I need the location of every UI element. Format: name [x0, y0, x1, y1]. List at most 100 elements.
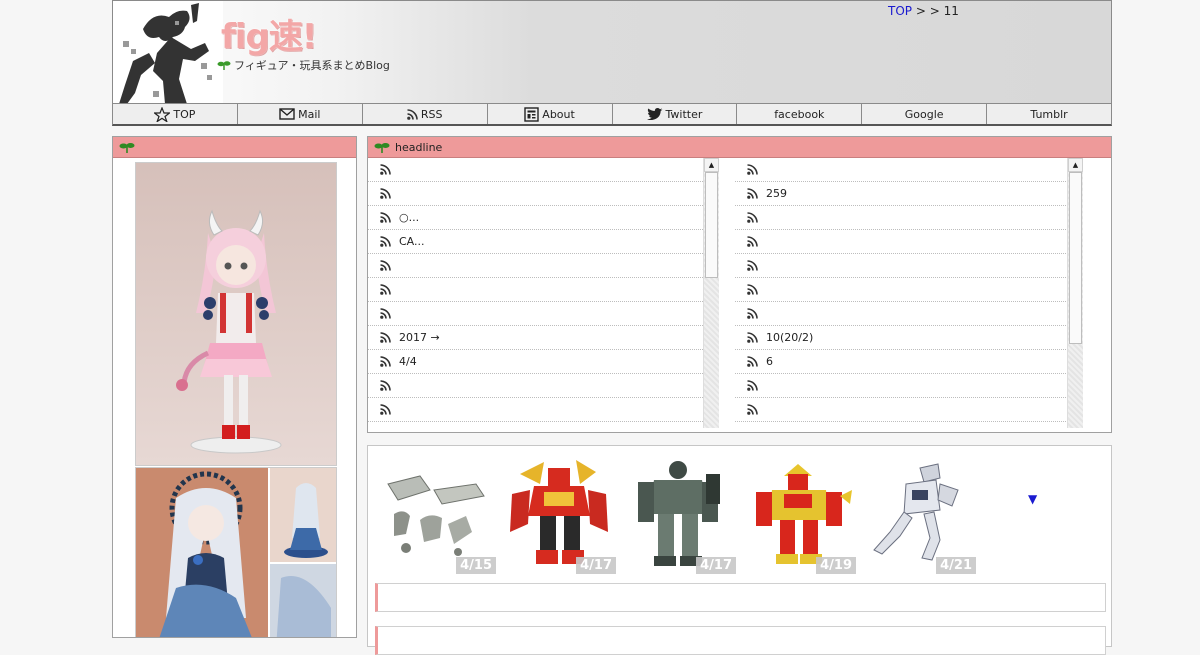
site-logo[interactable]: fig速!	[221, 9, 317, 58]
headline-item[interactable]	[735, 254, 1070, 278]
about-icon	[524, 106, 539, 122]
nav-label: About	[542, 107, 575, 121]
product-date: 4/15	[456, 557, 496, 574]
product-item[interactable]: 4/19	[740, 454, 858, 574]
rss-icon	[747, 164, 758, 175]
headline-item[interactable]	[368, 374, 703, 398]
rss-icon	[380, 380, 391, 391]
headline-item[interactable]	[735, 374, 1070, 398]
headline-item[interactable]	[368, 278, 703, 302]
headline-item[interactable]	[735, 278, 1070, 302]
headline-item[interactable]	[735, 158, 1070, 182]
more-products-arrow[interactable]: ▼	[1028, 492, 1037, 506]
side-panel	[112, 136, 357, 638]
product-date: 4/17	[576, 557, 616, 574]
headline-item[interactable]: ○...	[368, 206, 703, 230]
nav-facebook[interactable]: facebook	[737, 104, 863, 124]
breadcrumb-current: 11	[943, 4, 959, 18]
scroll-thumb-left[interactable]	[705, 172, 718, 278]
headline-item-text: CA...	[399, 235, 425, 248]
mascot-illustration	[113, 1, 223, 104]
headline-header: headline	[368, 137, 1111, 158]
headline-title: headline	[395, 140, 443, 154]
star-icon	[154, 106, 171, 122]
product-item[interactable]: 4/17	[500, 454, 618, 574]
headline-item-text: 4/4	[399, 355, 417, 368]
nav-label: Twitter	[665, 107, 703, 121]
rss-icon	[747, 380, 758, 391]
headline-items-left: ○... CA... 2017 → 4/4	[368, 158, 733, 422]
scrollbar-left[interactable]: ▲	[703, 158, 719, 428]
nav-label: Google	[904, 107, 944, 121]
rss-icon	[380, 212, 391, 223]
headline-item[interactable]	[368, 182, 703, 206]
headline-item[interactable]	[735, 230, 1070, 254]
headline-panel: headline ○... CA... 2017 → 4/4 ▲ 259 10(20/2…	[367, 136, 1112, 433]
product-item[interactable]: 4/21	[860, 454, 978, 574]
headline-item[interactable]	[735, 206, 1070, 230]
tagline-text: フィギュア・玩具系まとめBlog	[234, 59, 390, 72]
rss-icon	[380, 356, 391, 367]
info-box	[375, 626, 1106, 655]
figure-image-pink[interactable]	[135, 162, 337, 466]
headline-item[interactable]: 4/4	[368, 350, 703, 374]
headline-item[interactable]: 259	[735, 182, 1070, 206]
headline-item[interactable]: CA...	[368, 230, 703, 254]
side-panel-header	[113, 137, 356, 158]
headline-item[interactable]: 2017 →	[368, 326, 703, 350]
breadcrumb: TOP > > 11	[888, 4, 959, 18]
headline-item[interactable]	[735, 302, 1070, 326]
product-image-green-robot	[620, 454, 738, 574]
product-date: 4/21	[936, 557, 976, 574]
scroll-up-arrow[interactable]: ▲	[1068, 158, 1083, 172]
headline-item-text: 10(20/2)	[766, 331, 814, 344]
nav-tumblr[interactable]: Tumblr	[987, 104, 1111, 124]
nav-rss[interactable]: RSS	[363, 104, 488, 124]
nav-google[interactable]: Google	[862, 104, 988, 124]
headline-list-left: ○... CA... 2017 → 4/4 ▲	[368, 158, 733, 428]
rss-icon	[407, 108, 418, 120]
product-strip: 4/15 4/17 4/17 4/19 4/21 ▼	[367, 445, 1112, 655]
nav-label: Mail	[298, 107, 321, 121]
nav-mail[interactable]: Mail	[238, 104, 363, 124]
scroll-thumb-right[interactable]	[1069, 172, 1082, 344]
site-header: fig速! フィギュア・玩具系まとめBlog TOP > > 11	[112, 0, 1112, 104]
sprout-icon	[119, 142, 135, 153]
headline-item[interactable]: 6	[735, 350, 1070, 374]
nav-label: TOP	[173, 107, 196, 121]
product-item[interactable]: 4/17	[620, 454, 738, 574]
rss-icon	[380, 260, 391, 271]
breadcrumb-top-link[interactable]: TOP	[888, 4, 912, 18]
figure-image-blue[interactable]	[135, 467, 337, 638]
rss-icon	[380, 188, 391, 199]
nav-label: facebook	[774, 107, 825, 121]
nav-about[interactable]: About	[488, 104, 613, 124]
nav-twitter[interactable]: Twitter	[613, 104, 738, 124]
rss-icon	[747, 260, 758, 271]
twitter-bird-icon	[646, 108, 662, 120]
rss-icon	[747, 308, 758, 319]
nav-label: Tumblr	[1030, 107, 1068, 121]
headline-item[interactable]	[368, 158, 703, 182]
headline-item[interactable]	[735, 398, 1070, 422]
headline-item-text: 259	[766, 187, 787, 200]
rss-icon	[380, 284, 391, 295]
headline-item-text: ○...	[399, 211, 420, 224]
rss-icon	[747, 404, 758, 415]
product-image-red-yellow-robot	[740, 454, 858, 574]
headline-item[interactable]: 10(20/2)	[735, 326, 1070, 350]
headline-item[interactable]	[368, 302, 703, 326]
headline-items-right: 259 10(20/2) 6	[735, 158, 1097, 422]
product-image-white-robot	[860, 454, 978, 574]
product-date: 4/19	[816, 557, 856, 574]
headline-item[interactable]	[368, 398, 703, 422]
breadcrumb-separator: >	[915, 4, 926, 18]
scroll-up-arrow[interactable]: ▲	[704, 158, 719, 172]
nav-top[interactable]: TOP	[113, 104, 238, 124]
rss-icon	[747, 284, 758, 295]
product-image-gray-parts	[380, 454, 498, 574]
scrollbar-right[interactable]: ▲	[1067, 158, 1083, 428]
product-item[interactable]: 4/15	[380, 454, 498, 574]
site-tagline: フィギュア・玩具系まとめBlog	[217, 57, 390, 73]
headline-item[interactable]	[368, 254, 703, 278]
